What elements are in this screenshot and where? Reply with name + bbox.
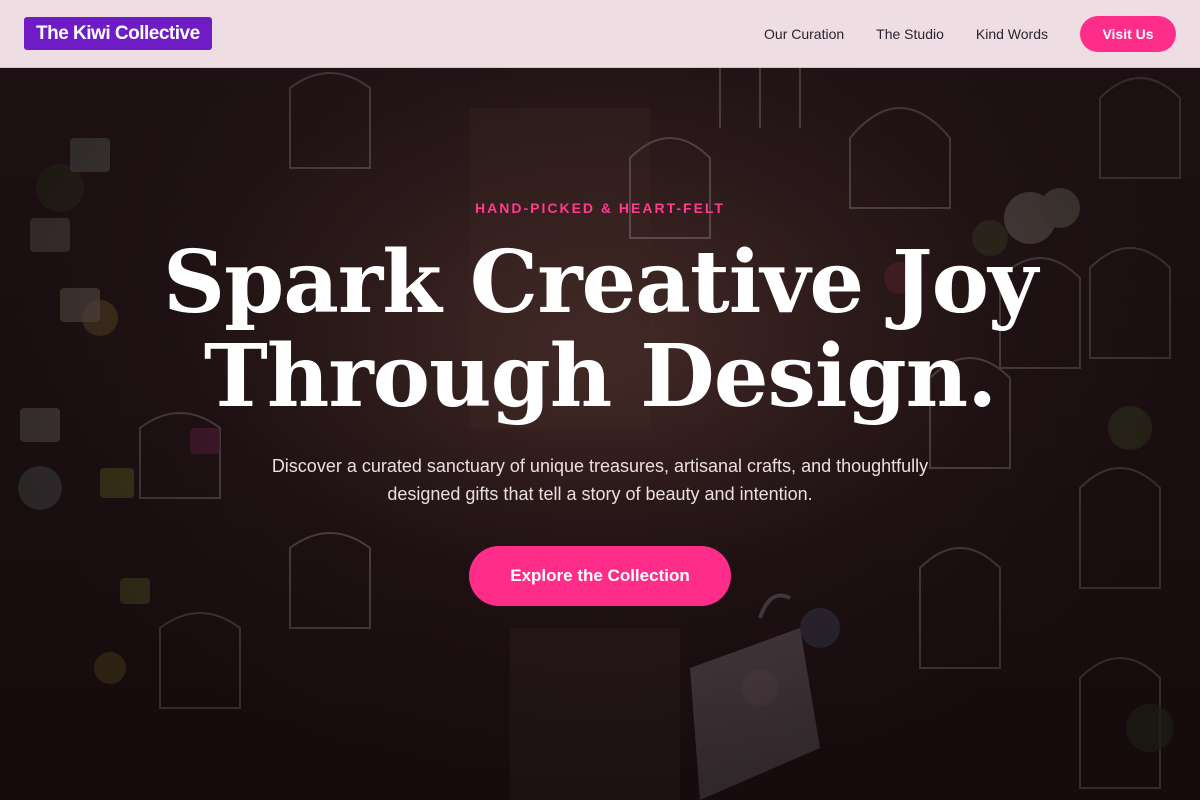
hero-description: Discover a curated sanctuary of unique t…	[271, 456, 929, 504]
hero-headline-line-2: Through Design.	[203, 326, 997, 427]
nav-link-the-studio[interactable]: The Studio	[876, 26, 944, 42]
nav-link-our-curation[interactable]: Our Curation	[764, 26, 844, 42]
hero-headline: Spark Creative Joy Through Design.	[0, 236, 1200, 424]
site-header: The Kiwi Collective Our Curation The Stu…	[0, 0, 1200, 68]
hero-content: HAND-PICKED & HEART-FELT Spark Creative …	[0, 68, 1200, 800]
hero-section: HAND-PICKED & HEART-FELT Spark Creative …	[0, 68, 1200, 800]
nav-link-kind-words[interactable]: Kind Words	[976, 26, 1048, 42]
visit-us-button[interactable]: Visit Us	[1080, 15, 1176, 52]
brand-logo[interactable]: The Kiwi Collective	[24, 17, 212, 50]
explore-collection-button[interactable]: Explore the Collection	[469, 546, 731, 606]
hero-eyebrow: HAND-PICKED & HEART-FELT	[475, 200, 725, 216]
hero-headline-line-1: Spark Creative Joy	[162, 232, 1038, 333]
main-nav: Our Curation The Studio Kind Words Visit…	[764, 15, 1176, 52]
